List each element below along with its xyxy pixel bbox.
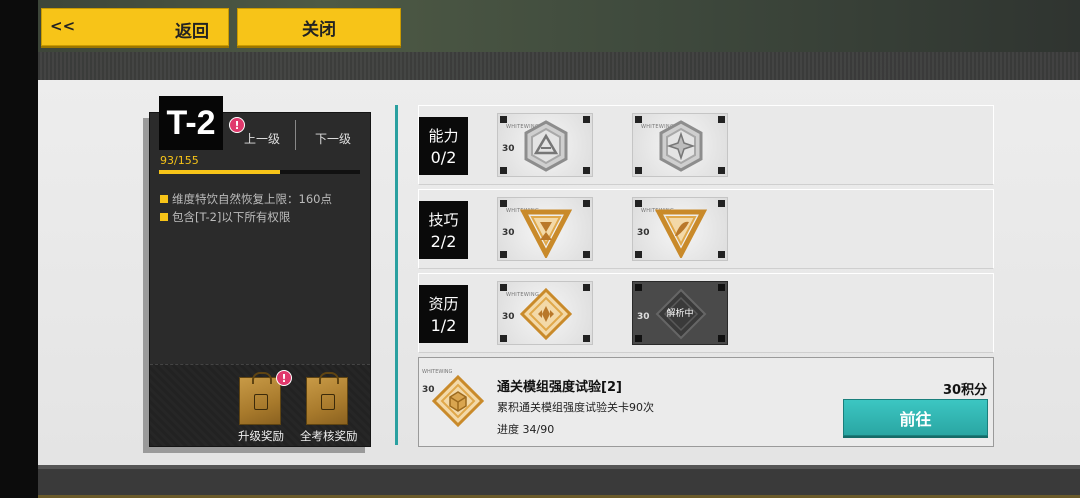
upgrade-reward-alert-icon: ! xyxy=(276,370,292,386)
category-label: 技巧 2/2 xyxy=(419,201,468,259)
badge-points: 30 xyxy=(502,312,515,322)
task-badge-thumb: WHITEWING 30 xyxy=(420,367,486,433)
task-reward: 30积分 xyxy=(943,383,988,398)
back-button-label: 返回 xyxy=(175,22,209,42)
category-count: 0/2 xyxy=(430,148,457,167)
gold-diamond-icon xyxy=(520,287,572,341)
badge-tile-locked[interactable]: 30 解析中 xyxy=(632,281,728,345)
category-count: 2/2 xyxy=(430,232,457,251)
bullet-square-icon xyxy=(160,213,168,221)
analyzing-status: 解析中 xyxy=(666,309,694,319)
rank-progress-fill xyxy=(159,170,280,174)
gold-diamond-cube-icon xyxy=(432,374,484,428)
prev-level-link[interactable]: 上一级 xyxy=(244,130,280,147)
badge-points: 30 xyxy=(502,228,515,238)
left-edge-bar xyxy=(0,0,38,498)
upgrade-reward-label[interactable]: 升级奖励 xyxy=(238,428,284,444)
back-chevron-icon: << xyxy=(50,17,76,35)
category-label: 资历 1/2 xyxy=(419,285,468,343)
rank-alert-icon: ! xyxy=(229,117,245,133)
perk-text: 包含[T-2]以下所有权限 xyxy=(172,210,291,224)
badge-tile[interactable]: WHITEWING 30 xyxy=(497,113,593,177)
task-title: 通关模组强度试验[2] xyxy=(497,380,622,395)
rank-title: T-2 xyxy=(159,96,223,150)
silver-hex-triangle-icon xyxy=(524,120,568,172)
badge-tile[interactable]: WHITEWING 30 xyxy=(632,197,728,261)
close-button[interactable]: 关闭 xyxy=(237,8,401,46)
silver-hex-star-icon xyxy=(659,120,703,172)
category-label: 能力 0/2 xyxy=(419,117,468,175)
task-progress: 进度 34/90 xyxy=(497,423,555,436)
badge-points: 30 xyxy=(502,144,515,154)
rank-progress-bar xyxy=(159,170,360,174)
badge-points: 30 xyxy=(637,228,650,238)
bottom-strip xyxy=(38,465,1080,498)
category-name: 技巧 xyxy=(428,211,459,229)
rank-progress-text: 93/155 xyxy=(160,154,199,167)
perk-text: 维度特饮自然恢复上限：160点 xyxy=(172,192,332,206)
category-name: 资历 xyxy=(428,295,459,313)
gold-triangle-hourglass-icon xyxy=(520,209,572,258)
full-assessment-reward-label[interactable]: 全考核奖励 xyxy=(300,428,358,444)
next-level-link[interactable]: 下一级 xyxy=(315,130,351,147)
perk-item: 包含[T-2]以下所有权限 xyxy=(160,209,290,225)
bullet-square-icon xyxy=(160,195,168,203)
full-assessment-reward-bag-icon[interactable] xyxy=(306,372,348,425)
gold-triangle-feather-icon xyxy=(655,209,707,258)
task-description: 累积通关模组强度试验关卡90次 xyxy=(497,401,654,414)
goto-button[interactable]: 前往 xyxy=(843,399,988,436)
badge-tile[interactable]: WHITEWING xyxy=(632,113,728,177)
nav-separator xyxy=(295,120,296,150)
perk-item: 维度特饮自然恢复上限：160点 xyxy=(160,191,332,207)
goto-button-label: 前往 xyxy=(899,409,932,429)
category-name: 能力 xyxy=(428,127,459,145)
badge-tile[interactable]: WHITEWING 30 xyxy=(497,197,593,261)
close-button-label: 关闭 xyxy=(302,19,336,40)
back-button[interactable]: << 返回 xyxy=(41,8,229,46)
section-divider xyxy=(395,105,398,445)
badge-tile[interactable]: WHITEWING 30 xyxy=(497,281,593,345)
category-count: 1/2 xyxy=(430,316,457,335)
upgrade-reward-bag-icon[interactable] xyxy=(239,372,281,425)
